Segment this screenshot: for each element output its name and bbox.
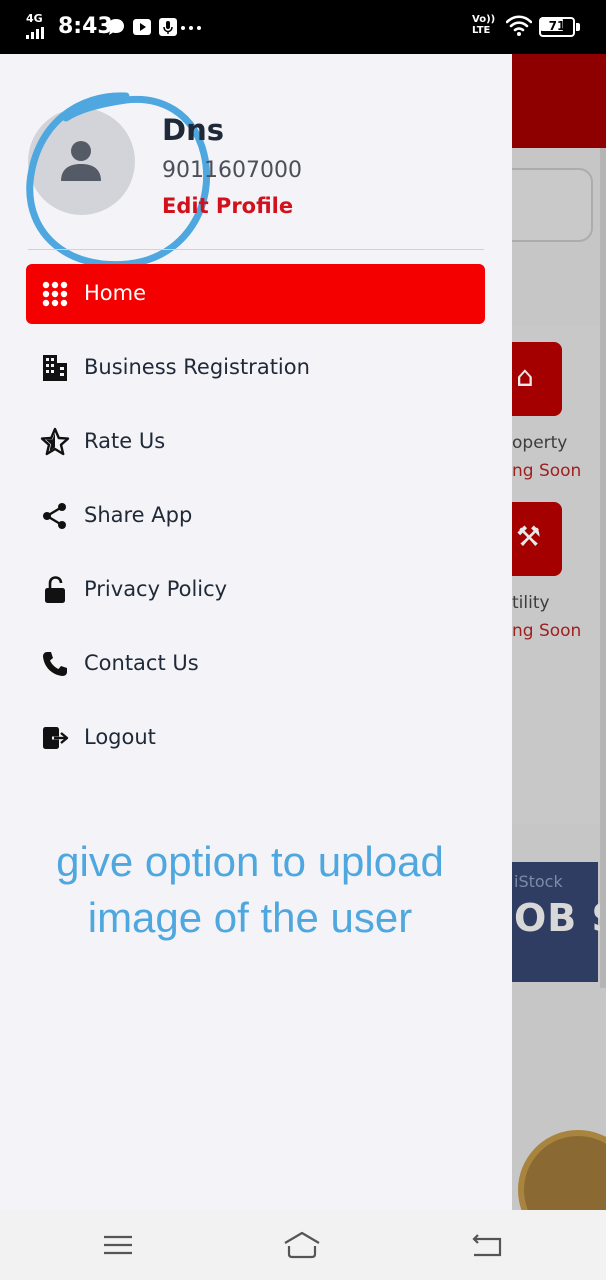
menu-item-privacy-policy[interactable]: Privacy Policy bbox=[26, 560, 485, 620]
youtube-icon bbox=[133, 19, 151, 35]
network-indicator: 4G bbox=[26, 13, 48, 39]
background-category-panel: ⌂ operty ng Soon ⚒ tility ng Soon bbox=[512, 326, 606, 824]
utility-status: ng Soon bbox=[512, 621, 582, 641]
utility-label: tility bbox=[512, 593, 550, 613]
wifi-icon bbox=[506, 15, 532, 36]
background-app[interactable]: ⌂ operty ng Soon ⚒ tility ng Soon iStock… bbox=[512, 54, 606, 1210]
user-name: Dns bbox=[162, 113, 224, 147]
background-banner: iStock OB SI bbox=[512, 862, 606, 982]
menu-icon[interactable] bbox=[98, 1229, 138, 1261]
property-label: operty bbox=[512, 433, 568, 453]
annotation-note: give option to upload image of the user bbox=[0, 834, 500, 946]
scroll-indicator bbox=[600, 148, 606, 988]
more-icon bbox=[181, 26, 201, 30]
annotation-line1: give option to upload bbox=[56, 838, 444, 885]
unlock-icon bbox=[45, 576, 65, 603]
battery-icon: 71 bbox=[539, 17, 580, 37]
banner-watermark: iStock bbox=[514, 872, 563, 891]
phone-icon bbox=[43, 652, 67, 676]
menu-label-contact-us: Contact Us bbox=[84, 651, 199, 675]
volte-line2: LTE bbox=[472, 25, 491, 36]
mic-icon bbox=[159, 18, 177, 36]
volte-indicator: Vo)) LTE bbox=[472, 14, 500, 36]
divider bbox=[28, 249, 484, 250]
property-tile: ⌂ bbox=[512, 342, 562, 416]
navigation-drawer: Dns 9011607000 Edit Profile Home Busines… bbox=[0, 54, 512, 1210]
system-navigation-bar bbox=[0, 1210, 606, 1280]
menu-item-business-registration[interactable]: Business Registration bbox=[26, 338, 485, 398]
background-header bbox=[512, 54, 606, 148]
banner-text: OB SI bbox=[514, 896, 606, 940]
menu-label-privacy-policy: Privacy Policy bbox=[84, 577, 228, 601]
building-icon bbox=[43, 355, 67, 381]
menu-label-share-app: Share App bbox=[84, 503, 193, 527]
clock: 8:43 bbox=[58, 14, 113, 39]
menu-item-contact-us[interactable]: Contact Us bbox=[26, 634, 485, 694]
star-icon bbox=[40, 427, 70, 456]
menu-label-rate-us: Rate Us bbox=[84, 429, 166, 453]
back-icon[interactable] bbox=[466, 1229, 506, 1261]
menu-item-rate-us[interactable]: Rate Us bbox=[26, 412, 485, 472]
battery-level: 71 bbox=[548, 19, 566, 33]
background-search-box bbox=[512, 168, 593, 242]
edit-profile-link[interactable]: Edit Profile bbox=[162, 192, 293, 220]
home-icon[interactable] bbox=[282, 1229, 322, 1261]
menu-label-business-registration: Business Registration bbox=[84, 355, 310, 379]
property-status: ng Soon bbox=[512, 461, 582, 481]
house-icon: ⌂ bbox=[516, 360, 534, 393]
chat-bubble-icon bbox=[108, 19, 124, 35]
network-label: 4G bbox=[26, 12, 43, 25]
grid-icon bbox=[42, 281, 68, 307]
menu-label-logout: Logout bbox=[84, 725, 156, 749]
volte-line1: Vo)) bbox=[472, 14, 496, 25]
logout-icon bbox=[43, 727, 69, 749]
menu-label-home: Home bbox=[84, 281, 147, 305]
hammer-icon: ⚒ bbox=[516, 520, 542, 553]
menu-item-share-app[interactable]: Share App bbox=[26, 486, 485, 546]
utility-tile: ⚒ bbox=[512, 502, 562, 576]
status-bar: 4G 8:43 Vo)) LTE 71 bbox=[0, 0, 606, 54]
user-phone: 9011607000 bbox=[162, 158, 302, 183]
menu-item-logout[interactable]: Logout bbox=[26, 708, 485, 768]
signal-bars-icon bbox=[26, 27, 44, 39]
menu-item-home[interactable]: Home bbox=[26, 264, 485, 324]
share-icon bbox=[43, 503, 66, 529]
coin-image bbox=[518, 1130, 606, 1210]
annotation-line2: image of the user bbox=[87, 894, 413, 941]
